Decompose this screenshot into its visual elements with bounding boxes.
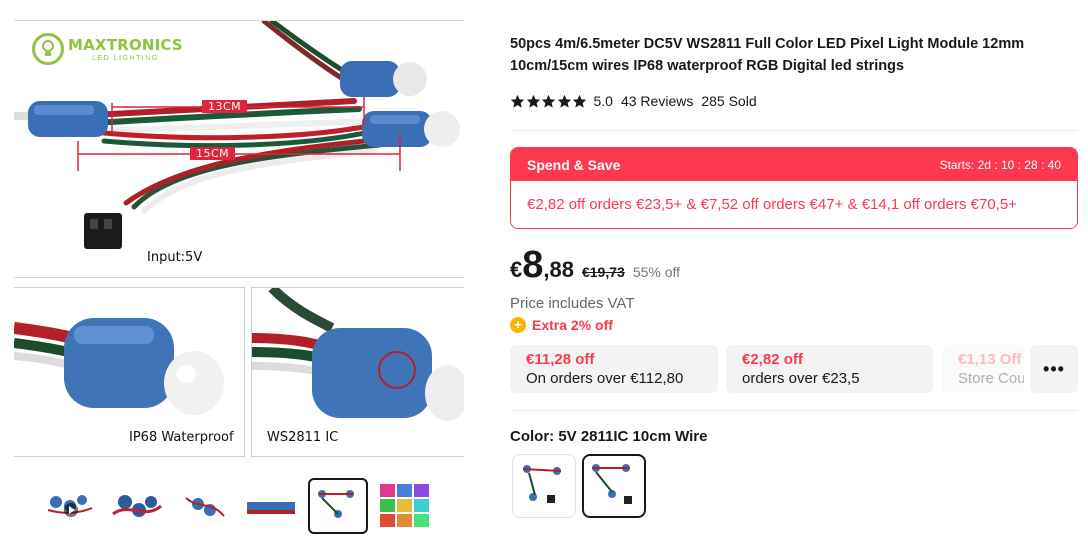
thumbnail-5[interactable] xyxy=(308,478,368,534)
brand-logo: MAXTRONICS LED LIGHTING xyxy=(32,33,183,65)
extra-discount-label: Extra 2% off xyxy=(532,317,613,333)
sku-art-1 xyxy=(522,465,562,503)
thumbnail-2[interactable] xyxy=(107,478,167,534)
coupon-card[interactable]: €11,28 off On orders over €112,80 xyxy=(510,345,718,393)
play-icon[interactable] xyxy=(64,503,78,517)
ic-detail-image[interactable]: WS2811 IC xyxy=(251,287,464,457)
more-coupons-button[interactable]: ••• xyxy=(1030,345,1078,393)
logo-subtitle: LED LIGHTING xyxy=(92,55,159,62)
bulb-icon xyxy=(32,33,64,65)
rating-value: 5.0 xyxy=(593,93,613,109)
divider xyxy=(510,130,1078,131)
input-caption: Input:5V xyxy=(147,250,203,265)
coupon-value: €11,28 off xyxy=(526,351,595,368)
promo-countdown: Starts: 2d : 10 : 28 : 40 xyxy=(939,157,1061,172)
rating-stars xyxy=(510,94,588,109)
coupon-condition: On orders over €112,80 xyxy=(526,370,684,387)
dimension-label-short: 13CM xyxy=(202,100,248,113)
divider xyxy=(510,410,1078,411)
color-label: Color: 5V 2811IC 10cm Wire xyxy=(510,428,708,445)
logo-text: MAXTRONICS LED LIGHTING xyxy=(68,36,183,62)
coupon-value: €1,13 Off xyxy=(958,351,1022,368)
sku-art-2 xyxy=(592,464,632,504)
thumb-art-2 xyxy=(112,495,162,517)
coupon-list: €11,28 off On orders over €112,80 €2,82 … xyxy=(510,345,1078,393)
original-price: €19,73 xyxy=(581,264,625,280)
promo-details: €2,82 off orders €23,5+ & €7,52 off orde… xyxy=(511,181,1077,228)
extra-discount[interactable]: + Extra 2% off xyxy=(510,317,613,333)
star-icon xyxy=(557,94,571,108)
product-title: 50pcs 4m/6.5meter DC5V WS2811 Full Color… xyxy=(510,36,1025,74)
logo-name: MAXTRONICS xyxy=(68,36,183,54)
price-integer: 8 xyxy=(522,244,544,286)
coupon-card[interactable]: €2,82 off orders over €23,5 xyxy=(726,345,933,393)
dimension-label-long: 15CM xyxy=(190,147,236,160)
star-icon xyxy=(572,94,587,108)
coupon-value: €2,82 off xyxy=(742,351,803,368)
promo-title: Spend & Save xyxy=(527,156,621,173)
reviews-link[interactable]: 43 Reviews xyxy=(621,93,693,109)
coupon-card[interactable]: €1,13 Off Store Cou xyxy=(942,345,1024,393)
thumb-art-3 xyxy=(185,497,225,517)
thumb-art-4 xyxy=(247,502,295,514)
price-row: € 8 ,88 €19,73 55% off xyxy=(510,245,680,285)
price-decimal: ,88 xyxy=(543,257,574,282)
waterproof-caption: IP68 Waterproof xyxy=(129,430,234,445)
vat-note: Price includes VAT xyxy=(510,295,635,312)
star-icon xyxy=(541,94,556,108)
thumbnail-1[interactable] xyxy=(40,478,100,534)
bulb-glyph xyxy=(42,40,54,56)
main-product-image[interactable]: MAXTRONICS LED LIGHTING 13CM 15CM Input:… xyxy=(14,20,464,278)
promo-header: Spend & Save Starts: 2d : 10 : 28 : 40 xyxy=(511,148,1077,181)
color-option-10cm[interactable] xyxy=(582,454,646,518)
star-icon xyxy=(510,94,525,108)
thumbnail-6[interactable] xyxy=(375,478,435,534)
color-option-15cm[interactable] xyxy=(512,454,576,518)
thumb-art-5 xyxy=(318,490,354,518)
star-icon xyxy=(526,94,540,108)
price-currency: € xyxy=(510,257,523,282)
sold-count: 285 Sold xyxy=(701,93,757,109)
thumbnail-strip xyxy=(40,478,440,538)
thumbnail-4[interactable] xyxy=(241,478,301,534)
ic-caption: WS2811 IC xyxy=(267,430,339,445)
coupon-condition: orders over €23,5 xyxy=(742,370,860,387)
waterproof-detail-image[interactable]: IP68 Waterproof xyxy=(14,287,245,457)
plus-coin-icon: + xyxy=(510,317,526,333)
product-gallery: MAXTRONICS LED LIGHTING 13CM 15CM Input:… xyxy=(0,0,480,550)
rating-row[interactable]: 5.0 43 Reviews 285 Sold xyxy=(510,93,765,109)
coupon-condition: Store Cou xyxy=(958,370,1024,387)
thumbnail-3[interactable] xyxy=(174,478,234,534)
discount-badge: 55% off xyxy=(632,264,681,280)
thumb-art-6 xyxy=(380,484,429,527)
spend-save-banner[interactable]: Spend & Save Starts: 2d : 10 : 28 : 40 €… xyxy=(510,147,1078,229)
